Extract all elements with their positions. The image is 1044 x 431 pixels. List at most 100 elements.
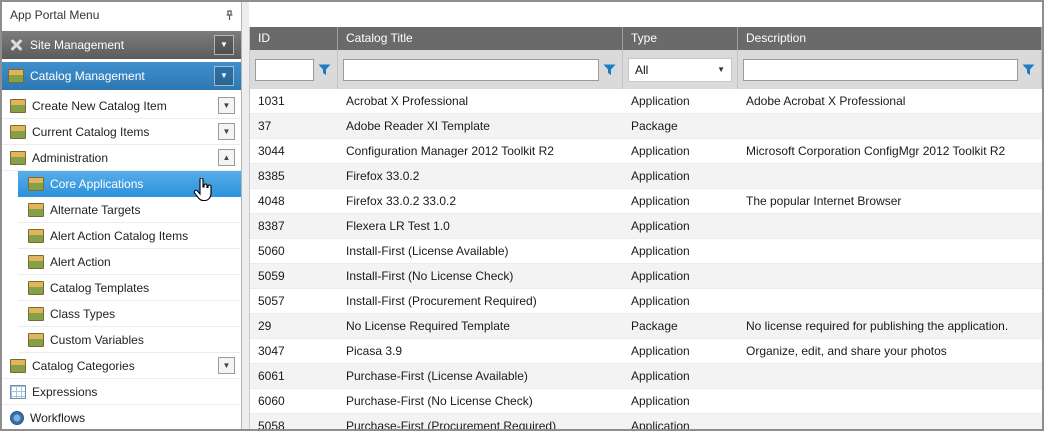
cell-id: 3047 <box>250 339 338 363</box>
grid-filter-row: All ▼ <box>250 50 1042 89</box>
cell-type: Application <box>623 214 738 238</box>
expand-toggle-icon[interactable]: ▼ <box>214 66 234 86</box>
id-filter-cell <box>250 50 338 89</box>
cell-id: 5057 <box>250 289 338 313</box>
cell-description <box>738 239 1042 263</box>
cell-type: Application <box>623 389 738 413</box>
cell-description <box>738 389 1042 413</box>
sidebar: App Portal Menu Site Management▼ Catalog … <box>2 2 242 429</box>
sidebar-item-alert-action[interactable]: Alert Action <box>18 249 241 275</box>
sidebar-item-custom-variables[interactable]: Custom Variables <box>18 327 241 353</box>
table-row[interactable]: 37Adobe Reader XI TemplatePackage <box>250 114 1042 139</box>
description-filter-input[interactable] <box>743 59 1018 81</box>
sidebar-item-workflows[interactable]: Workflows <box>2 405 241 429</box>
sidebar-item-label: Class Types <box>50 307 238 321</box>
grid-body: 1031Acrobat X ProfessionalApplicationAdo… <box>250 89 1042 429</box>
sidebar-item-site-management[interactable]: Site Management▼ <box>2 31 241 59</box>
cell-description: Organize, edit, and share your photos <box>738 339 1042 363</box>
table-row[interactable]: 8385Firefox 33.0.2Application <box>250 164 1042 189</box>
cell-type: Application <box>623 239 738 263</box>
expand-toggle-icon[interactable]: ▼ <box>218 97 235 114</box>
description-filter-cell <box>738 50 1042 89</box>
column-header-description[interactable]: Description <box>738 27 1042 50</box>
package-icon <box>28 229 44 243</box>
cell-id: 6060 <box>250 389 338 413</box>
collapse-toggle-icon[interactable]: ▲ <box>218 149 235 166</box>
sidebar-item-expressions[interactable]: Expressions <box>2 379 241 405</box>
sidebar-items: Site Management▼ Catalog Management▼ Creat… <box>2 28 241 429</box>
cell-id: 4048 <box>250 189 338 213</box>
cell-title: Acrobat X Professional <box>338 89 623 113</box>
table-row[interactable]: 3044Configuration Manager 2012 Toolkit R… <box>250 139 1042 164</box>
expand-toggle-icon[interactable]: ▼ <box>218 123 235 140</box>
cell-title: Flexera LR Test 1.0 <box>338 214 623 238</box>
type-filter-cell: All ▼ <box>623 50 738 89</box>
table-row[interactable]: 5057Install-First (Procurement Required)… <box>250 289 1042 314</box>
cell-description: No license required for publishing the a… <box>738 314 1042 338</box>
column-header-catalog-title[interactable]: Catalog Title <box>338 27 623 50</box>
table-row[interactable]: 5059Install-First (No License Check)Appl… <box>250 264 1042 289</box>
sidebar-item-current-catalog-items[interactable]: Current Catalog Items▼ <box>2 119 241 145</box>
package-icon <box>28 281 44 295</box>
cell-title: Purchase-First (Procurement Required) <box>338 414 623 429</box>
table-row[interactable]: 3047Picasa 3.9ApplicationOrganize, edit,… <box>250 339 1042 364</box>
table-row[interactable]: 6060Purchase-First (No License Check)App… <box>250 389 1042 414</box>
cell-title: Install-First (Procurement Required) <box>338 289 623 313</box>
sidebar-item-administration[interactable]: Administration▲ <box>2 145 241 171</box>
filter-funnel-icon[interactable] <box>603 63 617 76</box>
package-icon <box>8 69 24 83</box>
cell-type: Application <box>623 289 738 313</box>
expand-toggle-icon[interactable]: ▼ <box>214 35 234 55</box>
package-icon <box>10 151 26 165</box>
sidebar-item-catalog-categories[interactable]: Catalog Categories▼ <box>2 353 241 379</box>
type-filter-dropdown[interactable]: All ▼ <box>628 58 732 82</box>
cell-title: No License Required Template <box>338 314 623 338</box>
table-row[interactable]: 4048Firefox 33.0.2 33.0.2ApplicationThe … <box>250 189 1042 214</box>
filter-funnel-icon[interactable] <box>1022 63 1036 76</box>
expand-toggle-icon[interactable]: ▼ <box>218 357 235 374</box>
table-row[interactable]: 6061Purchase-First (License Available)Ap… <box>250 364 1042 389</box>
title-filter-cell <box>338 50 623 89</box>
chevron-down-icon: ▼ <box>717 65 725 74</box>
cell-title: Firefox 33.0.2 33.0.2 <box>338 189 623 213</box>
cell-title: Purchase-First (No License Check) <box>338 389 623 413</box>
table-row[interactable]: 5060Install-First (License Available)App… <box>250 239 1042 264</box>
sidebar-item-label: Custom Variables <box>50 333 238 347</box>
sidebar-item-alert-action-catalog-items[interactable]: Alert Action Catalog Items <box>18 223 241 249</box>
sidebar-item-catalog-management[interactable]: Catalog Management▼ <box>2 62 241 90</box>
sidebar-titlebar: App Portal Menu <box>2 2 241 28</box>
cell-type: Application <box>623 139 738 163</box>
cell-id: 6061 <box>250 364 338 388</box>
sidebar-item-label: Create New Catalog Item <box>32 99 218 113</box>
sidebar-item-alternate-targets[interactable]: Alternate Targets <box>18 197 241 223</box>
sidebar-item-catalog-templates[interactable]: Catalog Templates <box>18 275 241 301</box>
cell-id: 1031 <box>250 89 338 113</box>
table-row[interactable]: 8387Flexera LR Test 1.0Application <box>250 214 1042 239</box>
cell-description: Microsoft Corporation ConfigMgr 2012 Too… <box>738 139 1042 163</box>
splitter-handle[interactable] <box>242 2 249 429</box>
table-row[interactable]: 5058Purchase-First (Procurement Required… <box>250 414 1042 429</box>
cell-type: Application <box>623 189 738 213</box>
cell-title: Picasa 3.9 <box>338 339 623 363</box>
column-header-id[interactable]: ID <box>250 27 338 50</box>
cell-type: Application <box>623 89 738 113</box>
package-icon <box>10 359 26 373</box>
pin-icon[interactable] <box>223 9 235 21</box>
title-filter-input[interactable] <box>343 59 599 81</box>
table-row[interactable]: 29No License Required TemplatePackageNo … <box>250 314 1042 339</box>
package-icon <box>28 177 44 191</box>
app-window: App Portal Menu Site Management▼ Catalog … <box>0 0 1044 431</box>
sidebar-item-label: Alternate Targets <box>50 203 238 217</box>
sidebar-item-label: Catalog Categories <box>32 359 218 373</box>
sidebar-item-create-new-catalog-item[interactable]: Create New Catalog Item▼ <box>2 93 241 119</box>
sidebar-item-label: Alert Action <box>50 255 238 269</box>
id-filter-input[interactable] <box>255 59 314 81</box>
cell-type: Application <box>623 339 738 363</box>
column-header-type[interactable]: Type <box>623 27 738 50</box>
filter-funnel-icon[interactable] <box>318 63 332 76</box>
sidebar-item-class-types[interactable]: Class Types <box>18 301 241 327</box>
sidebar-item-core-applications[interactable]: Core Applications <box>18 171 241 197</box>
cell-type: Application <box>623 364 738 388</box>
sidebar-title: App Portal Menu <box>10 8 223 22</box>
table-row[interactable]: 1031Acrobat X ProfessionalApplicationAdo… <box>250 89 1042 114</box>
